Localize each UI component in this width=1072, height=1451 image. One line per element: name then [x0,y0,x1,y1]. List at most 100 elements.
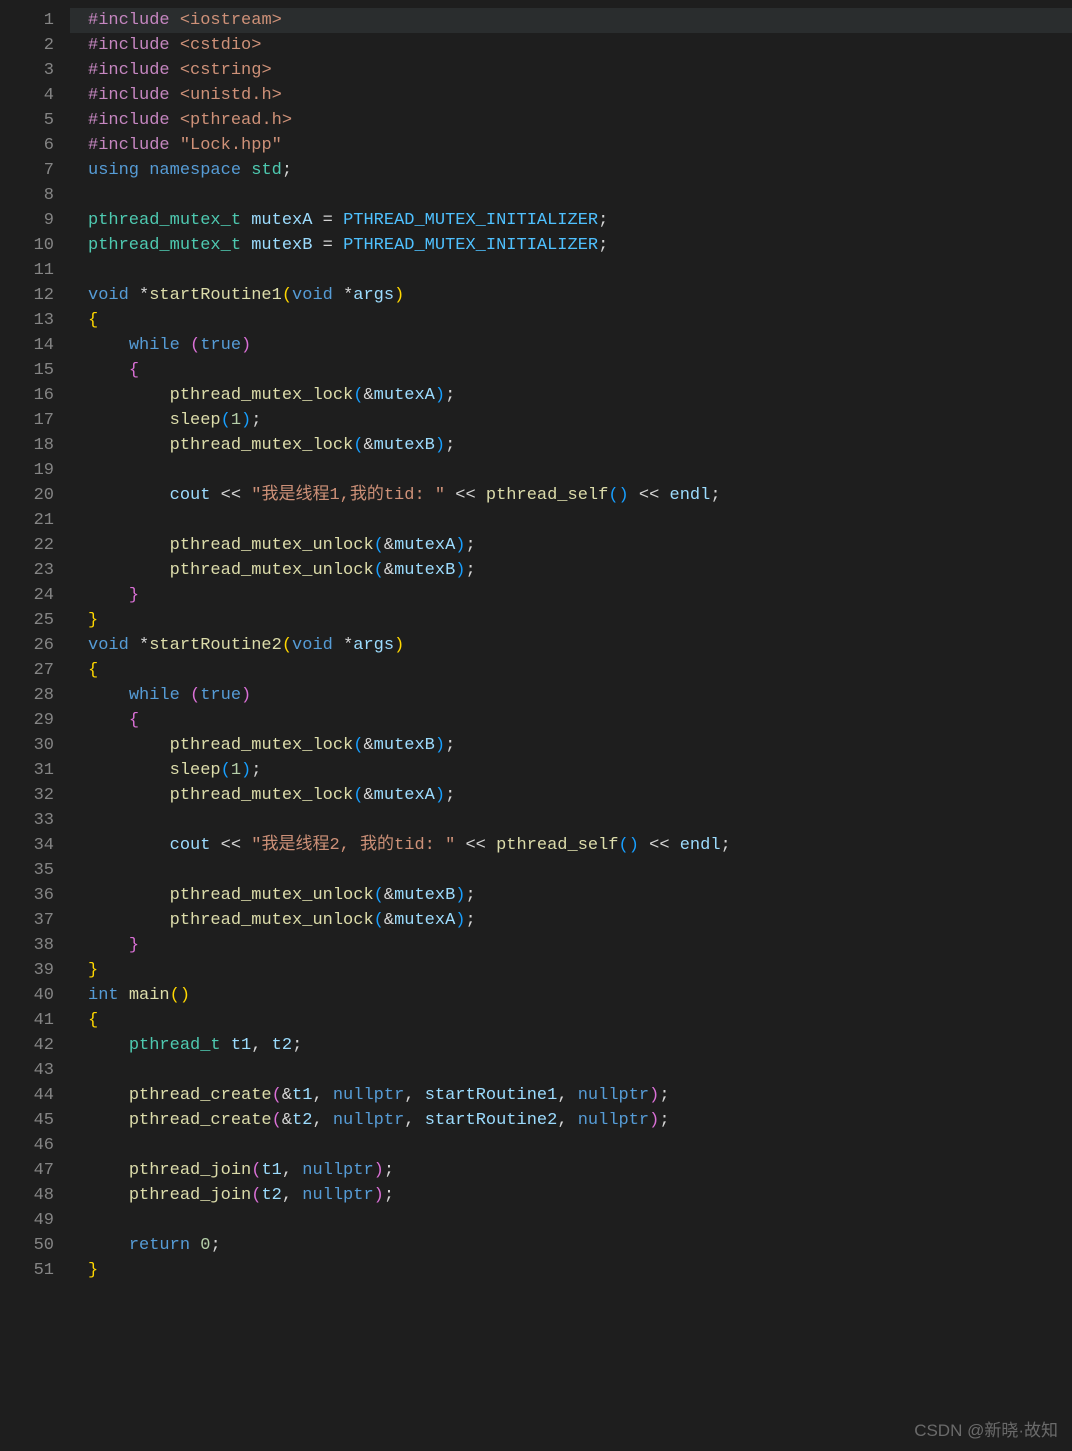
code-line[interactable]: void *startRoutine2(void *args) [88,633,1072,658]
line-number: 16 [0,383,54,408]
code-line[interactable]: pthread_t t1, t2; [88,1033,1072,1058]
line-number: 27 [0,658,54,683]
line-number: 21 [0,508,54,533]
code-line[interactable]: pthread_mutex_unlock(&mutexA); [88,533,1072,558]
line-number: 45 [0,1108,54,1133]
code-line[interactable]: void *startRoutine1(void *args) [88,283,1072,308]
line-number: 6 [0,133,54,158]
code-line[interactable]: pthread_mutex_t mutexB = PTHREAD_MUTEX_I… [88,233,1072,258]
code-line[interactable]: pthread_mutex_t mutexA = PTHREAD_MUTEX_I… [88,208,1072,233]
line-number: 32 [0,783,54,808]
line-number: 5 [0,108,54,133]
code-line[interactable]: #include <cstdio> [88,33,1072,58]
line-number: 33 [0,808,54,833]
line-number: 36 [0,883,54,908]
code-line[interactable]: while (true) [88,683,1072,708]
code-line[interactable]: { [88,708,1072,733]
code-line[interactable]: pthread_join(t2, nullptr); [88,1183,1072,1208]
code-line[interactable] [88,508,1072,533]
line-number: 47 [0,1158,54,1183]
line-number: 34 [0,833,54,858]
code-line[interactable]: } [88,933,1072,958]
code-line[interactable] [88,458,1072,483]
code-line[interactable]: pthread_mutex_lock(&mutexB); [88,733,1072,758]
line-number: 48 [0,1183,54,1208]
code-line[interactable]: pthread_mutex_lock(&mutexB); [88,433,1072,458]
line-number: 3 [0,58,54,83]
line-number: 7 [0,158,54,183]
line-number: 43 [0,1058,54,1083]
code-line[interactable]: { [88,308,1072,333]
line-number: 50 [0,1233,54,1258]
code-line[interactable]: while (true) [88,333,1072,358]
code-line[interactable]: #include "Lock.hpp" [88,133,1072,158]
line-number: 30 [0,733,54,758]
code-line[interactable] [88,258,1072,283]
line-number: 51 [0,1258,54,1283]
line-number: 1 [0,8,54,33]
line-number: 4 [0,83,54,108]
line-number: 35 [0,858,54,883]
line-number: 40 [0,983,54,1008]
code-line[interactable]: return 0; [88,1233,1072,1258]
line-number: 28 [0,683,54,708]
line-number: 24 [0,583,54,608]
line-number: 12 [0,283,54,308]
line-number: 41 [0,1008,54,1033]
code-line[interactable] [88,808,1072,833]
code-editor[interactable]: 1234567891011121314151617181920212223242… [0,0,1072,1451]
line-number: 17 [0,408,54,433]
code-line[interactable]: pthread_mutex_unlock(&mutexB); [88,558,1072,583]
code-area[interactable]: #include <iostream>#include <cstdio>#inc… [70,0,1072,1451]
line-number: 10 [0,233,54,258]
code-line[interactable]: } [88,608,1072,633]
code-line[interactable]: cout << "我是线程1,我的tid: " << pthread_self(… [88,483,1072,508]
line-number: 20 [0,483,54,508]
line-number: 13 [0,308,54,333]
code-line[interactable]: pthread_create(&t2, nullptr, startRoutin… [88,1108,1072,1133]
code-line[interactable]: #include <cstring> [88,58,1072,83]
code-line[interactable]: { [88,358,1072,383]
code-line[interactable]: #include <pthread.h> [88,108,1072,133]
code-line[interactable]: int main() [88,983,1072,1008]
code-line[interactable]: } [88,958,1072,983]
line-number: 11 [0,258,54,283]
line-number: 42 [0,1033,54,1058]
line-number: 25 [0,608,54,633]
code-line[interactable]: #include <iostream> [70,8,1072,33]
code-line[interactable]: } [88,583,1072,608]
line-number: 8 [0,183,54,208]
line-number: 23 [0,558,54,583]
code-line[interactable]: pthread_join(t1, nullptr); [88,1158,1072,1183]
line-number: 22 [0,533,54,558]
line-number: 18 [0,433,54,458]
code-line[interactable]: using namespace std; [88,158,1072,183]
code-line[interactable]: pthread_mutex_unlock(&mutexB); [88,883,1072,908]
line-number-gutter: 1234567891011121314151617181920212223242… [0,0,70,1451]
code-line[interactable]: pthread_mutex_lock(&mutexA); [88,783,1072,808]
line-number: 44 [0,1083,54,1108]
watermark: CSDN @新晓·故知 [914,1418,1058,1443]
code-line[interactable]: { [88,658,1072,683]
code-line[interactable]: #include <unistd.h> [88,83,1072,108]
code-line[interactable] [88,1133,1072,1158]
line-number: 46 [0,1133,54,1158]
code-line[interactable]: sleep(1); [88,758,1072,783]
code-line[interactable] [88,183,1072,208]
line-number: 37 [0,908,54,933]
code-line[interactable]: } [88,1258,1072,1283]
code-line[interactable] [88,1208,1072,1233]
code-line[interactable]: cout << "我是线程2, 我的tid: " << pthread_self… [88,833,1072,858]
code-line[interactable]: sleep(1); [88,408,1072,433]
line-number: 2 [0,33,54,58]
line-number: 26 [0,633,54,658]
line-number: 31 [0,758,54,783]
code-line[interactable]: pthread_mutex_unlock(&mutexA); [88,908,1072,933]
code-line[interactable] [88,1058,1072,1083]
code-line[interactable]: { [88,1008,1072,1033]
code-line[interactable]: pthread_mutex_lock(&mutexA); [88,383,1072,408]
code-line[interactable]: pthread_create(&t1, nullptr, startRoutin… [88,1083,1072,1108]
line-number: 9 [0,208,54,233]
line-number: 49 [0,1208,54,1233]
code-line[interactable] [88,858,1072,883]
